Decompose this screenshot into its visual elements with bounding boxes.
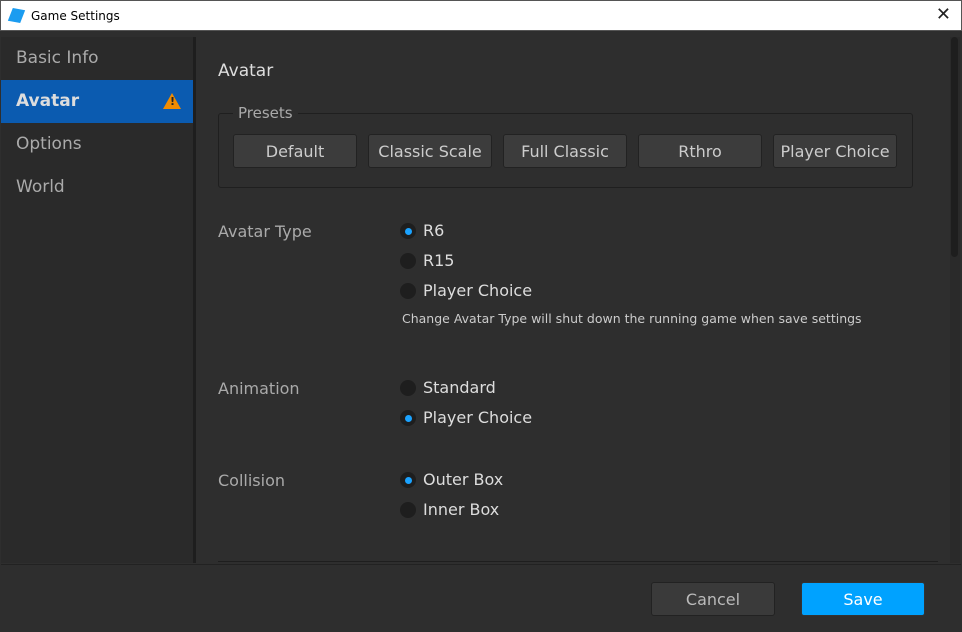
- radio-label: Standard: [423, 378, 496, 397]
- window-title: Game Settings: [31, 9, 120, 23]
- radio-icon: [400, 379, 416, 396]
- presets-label: Presets: [233, 104, 298, 122]
- animation-label: Animation: [218, 379, 300, 398]
- preset-classic-scale-button[interactable]: Classic Scale: [368, 134, 492, 168]
- radio-icon: [400, 252, 416, 269]
- cancel-button[interactable]: Cancel: [651, 582, 775, 616]
- radio-inner-box[interactable]: Inner Box: [400, 500, 499, 519]
- scrollbar[interactable]: [950, 37, 960, 563]
- radio-label: Inner Box: [423, 500, 500, 519]
- close-icon[interactable]: ✕: [936, 4, 951, 25]
- preset-full-classic-button[interactable]: Full Classic: [503, 134, 627, 168]
- radio-icon: [400, 282, 416, 299]
- warning-icon: !: [163, 93, 181, 109]
- radio-selected-icon: [400, 222, 416, 239]
- title-bar: Game Settings ✕: [0, 0, 962, 31]
- radio-selected-icon: [400, 471, 416, 488]
- page-title: Avatar: [218, 61, 274, 81]
- sidebar-item-basic-info[interactable]: Basic Info: [1, 37, 193, 80]
- sidebar-item-options[interactable]: Options: [1, 123, 193, 166]
- sidebar-item-world[interactable]: World: [1, 166, 193, 209]
- preset-player-choice-button[interactable]: Player Choice: [773, 134, 897, 168]
- footer: Cancel Save: [1, 564, 961, 632]
- radio-r15[interactable]: R15: [400, 251, 454, 270]
- radio-label: Player Choice: [423, 281, 533, 300]
- avatar-type-note: Change Avatar Type will shut down the ru…: [402, 311, 862, 326]
- radio-label: Outer Box: [423, 470, 504, 489]
- divider: [218, 561, 938, 562]
- presets-group: Presets Default Classic Scale Full Class…: [218, 104, 913, 188]
- save-button[interactable]: Save: [801, 582, 925, 616]
- preset-default-button[interactable]: Default: [233, 134, 357, 168]
- radio-label: R15: [423, 251, 455, 270]
- radio-label: Player Choice: [423, 408, 533, 427]
- collision-label: Collision: [218, 471, 286, 490]
- roblox-studio-logo-icon: [7, 7, 26, 24]
- avatar-type-label: Avatar Type: [218, 222, 312, 241]
- radio-animation-player-choice[interactable]: Player Choice: [400, 408, 532, 427]
- sidebar-item-avatar[interactable]: Avatar !: [1, 80, 193, 123]
- radio-standard[interactable]: Standard: [400, 378, 496, 397]
- radio-outer-box[interactable]: Outer Box: [400, 470, 503, 489]
- radio-avatar-player-choice[interactable]: Player Choice: [400, 281, 532, 300]
- sidebar: Basic Info Avatar ! Options World: [1, 37, 193, 563]
- radio-icon: [400, 501, 416, 518]
- radio-label: R6: [423, 221, 445, 240]
- radio-r6[interactable]: R6: [400, 221, 444, 240]
- sidebar-item-label: Avatar: [16, 91, 80, 111]
- scrollbar-thumb[interactable]: [951, 37, 958, 257]
- preset-rthro-button[interactable]: Rthro: [638, 134, 762, 168]
- main-panel: Avatar Presets Default Classic Scale Ful…: [196, 37, 948, 563]
- radio-selected-icon: [400, 409, 416, 426]
